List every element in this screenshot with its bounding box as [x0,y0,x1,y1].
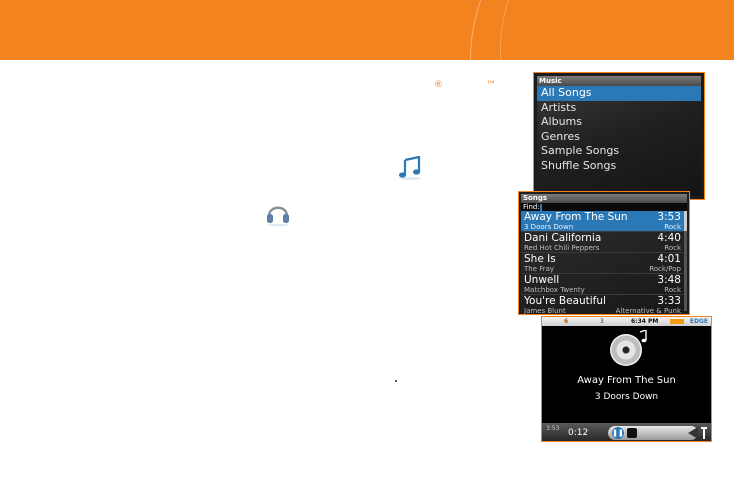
decorative-dot [395,380,397,382]
header-arc-inner [500,0,734,60]
song-artist: Red Hot Chili Peppers [524,244,600,252]
song-genre: Rock [664,244,681,252]
total-time: 3:53 [546,425,560,432]
menu-item-albums[interactable]: Albums [537,115,701,130]
menu-item-shuffle-songs[interactable]: Shuffle Songs [537,159,701,174]
song-row[interactable]: Away From The Sun 3:53 3 Doors Down Rock [521,211,687,232]
song-genre: Rock [664,286,681,294]
songs-list-panel: Songs Find: Away From The Sun 3:53 3 Doo… [521,194,687,315]
now-playing-body: Away From The Sun 3 Doors Down [542,326,711,430]
song-artist: 3 Doors Down [524,223,574,231]
signal-bars-icon [670,319,684,324]
menu-t-icon [701,427,707,439]
song-genre: Alternative & Punk [615,307,681,315]
stop-button[interactable] [627,428,637,438]
song-name: Away From The Sun [524,211,628,223]
volume-icon[interactable] [688,427,698,439]
status-time: 6:34 PM [631,318,659,325]
now-playing-song: Away From The Sun [577,375,676,386]
message-count: 3 [600,318,604,325]
network-type: EDGE [689,318,708,325]
music-note-icon [399,156,421,180]
playback-controls: 3:53 0:12 ❚❚ [542,423,711,441]
find-label: Find: [523,203,540,211]
song-duration: 4:01 [657,253,681,265]
now-playing-screen: 6 3 6:34 PM EDGE Away From The Sun 3 Doo… [541,316,712,442]
song-artist: The Fray [524,265,555,273]
text-cursor [539,203,542,211]
song-artist: Matchbox Twenty [524,286,585,294]
song-artist: James Blunt [524,307,566,315]
elapsed-time: 0:12 [568,428,589,438]
song-name: She Is [524,253,556,265]
trademark-mark: ™ [486,80,496,91]
song-duration: 3:48 [657,274,681,286]
song-duration: 3:53 [657,211,681,223]
music-menu-panel: Music All Songs Artists Albums Genres Sa… [537,76,701,196]
pause-button[interactable]: ❚❚ [612,427,624,439]
song-row[interactable]: Unwell 3:48 Matchbox Twenty Rock [521,274,687,295]
registered-mark: ® [434,80,443,90]
song-name: Dani California [524,232,602,244]
song-duration: 3:33 [657,295,681,307]
menu-item-artists[interactable]: Artists [537,101,701,116]
song-genre: Rock [664,223,681,231]
header-banner [0,0,734,60]
scrollbar-thumb[interactable] [684,211,687,231]
menu-item-sample-songs[interactable]: Sample Songs [537,144,701,159]
headphones-icon [267,206,289,226]
music-note-icon [639,330,647,343]
song-row[interactable]: Dani California 4:40 Red Hot Chili Peppe… [521,232,687,253]
song-row[interactable]: She Is 4:01 The Fray Rock/Pop [521,253,687,274]
menu-item-genres[interactable]: Genres [537,130,701,145]
menu-item-all-songs[interactable]: All Songs [537,86,701,101]
song-row[interactable]: You're Beautiful 3:33 James Blunt Altern… [521,295,687,315]
song-duration: 4:40 [657,232,681,244]
song-name: You're Beautiful [524,295,606,307]
songs-scrollbar[interactable] [684,211,687,311]
status-bar: 6 3 6:34 PM EDGE [542,317,711,326]
songs-list-title: Songs [521,194,687,203]
song-name: Unwell [524,274,560,286]
song-genre: Rock/Pop [649,265,681,273]
music-menu-screen: Music All Songs Artists Albums Genres Sa… [533,72,705,200]
mail-count: 6 [564,318,569,325]
find-field[interactable]: Find: [521,203,687,211]
songs-list-screen: Songs Find: Away From The Sun 3:53 3 Doo… [518,191,690,315]
now-playing-artist: 3 Doors Down [594,392,659,402]
music-menu-title: Music [537,76,701,86]
